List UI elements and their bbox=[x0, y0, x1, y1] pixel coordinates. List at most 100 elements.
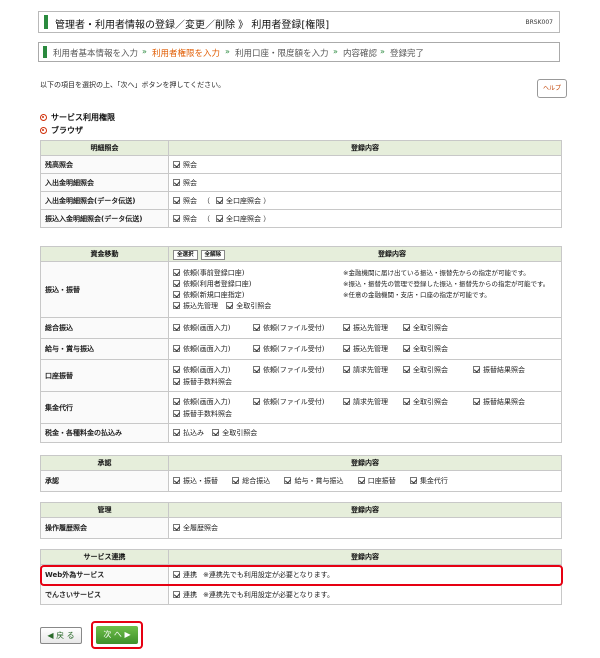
check-icon bbox=[173, 178, 180, 186]
checkbox-item[interactable]: 依頼(ファイル受付) bbox=[253, 344, 343, 354]
page-title-bar: 管理者・利用者情報の登録／変更／削除 》 利用者登録[権限] BRSK007 bbox=[38, 11, 560, 33]
row-label: 振込・振替 bbox=[40, 261, 169, 318]
row-label: 税金・各種料金の払込み bbox=[40, 423, 169, 443]
step-separator: » bbox=[333, 47, 338, 56]
checkbox-item[interactable]: 振込先管理 bbox=[173, 301, 218, 312]
checkbox-item[interactable]: 依頼(画面入力) bbox=[173, 365, 253, 375]
checkbox-item[interactable]: 連携 bbox=[173, 590, 197, 600]
check-icon bbox=[212, 429, 220, 436]
checkbox-item[interactable]: 照会 bbox=[173, 196, 197, 206]
check-icon bbox=[173, 377, 180, 385]
check-icon bbox=[473, 365, 480, 373]
row-label: 口座振替 bbox=[40, 359, 169, 392]
row-label: 操作履歴照会 bbox=[40, 517, 169, 539]
checkbox-item[interactable]: 請求先管理 bbox=[343, 397, 403, 407]
checkbox-item[interactable]: 振替結果照会 bbox=[473, 365, 543, 375]
col-header: 承認 bbox=[40, 455, 169, 471]
checkbox-item[interactable]: 全口座照会 ） bbox=[216, 214, 270, 224]
checkbox-item[interactable]: 集金代行 bbox=[409, 476, 448, 486]
check-icon bbox=[173, 477, 180, 484]
check-icon bbox=[403, 345, 410, 352]
title-accent bbox=[44, 15, 48, 29]
shikin-table: 資金移動 全選択 全解除 登録内容 振込・振替 依頼(事前登録口座) 依頼(利用者登… bbox=[40, 246, 562, 443]
checkbox-item[interactable]: 依頼(ファイル受付) bbox=[253, 397, 343, 407]
checkbox-item[interactable]: 振込先管理 bbox=[343, 344, 403, 354]
check-icon bbox=[403, 397, 410, 405]
row-label: 集金代行 bbox=[40, 391, 169, 424]
col-header: 管理 bbox=[40, 502, 169, 518]
checkbox-item[interactable]: 依頼(ファイル受付) bbox=[253, 365, 343, 375]
step-indicator: 利用者基本情報を入力 » 利用者権限を入力 » 利用口座・限度額を入力 » 内容… bbox=[38, 42, 560, 62]
check-icon bbox=[232, 477, 240, 484]
row-label: 給与・賞与振込 bbox=[40, 338, 169, 360]
checkbox-item[interactable]: 依頼(事前登録口座) bbox=[173, 268, 244, 279]
meisai-table: 明細照会 登録内容 残高照会 照会 入出金明細照会 照会 入出金明細照会(データ伝送)… bbox=[40, 140, 562, 228]
select-all-button[interactable]: 全選択 bbox=[173, 249, 198, 260]
row-label: 入出金明細照会(データ伝送) bbox=[40, 191, 169, 210]
checkbox-item[interactable]: 依頼(画面入力) bbox=[173, 323, 253, 333]
help-button[interactable]: ヘルプ bbox=[537, 79, 567, 98]
step-2-current: 利用者権限を入力 bbox=[152, 49, 221, 59]
page-title: 管理者・利用者情報の登録／変更／削除 》 利用者登録[権限] bbox=[55, 20, 330, 31]
checkbox-item[interactable]: 依頼(ファイル受付) bbox=[253, 323, 343, 333]
col-header: 登録内容 bbox=[168, 502, 562, 518]
checkbox-item[interactable]: 振替手数料照会 bbox=[173, 409, 253, 419]
checkbox-item[interactable]: 全取引照会 bbox=[403, 344, 473, 354]
next-button[interactable]: 次 へ ▶ bbox=[96, 626, 138, 644]
checkbox-item[interactable]: 振替結果照会 bbox=[473, 397, 543, 407]
checkbox-item[interactable]: 依頼(画面入力) bbox=[173, 397, 253, 407]
highlight-frame bbox=[40, 565, 563, 586]
checkbox-item[interactable]: 全取引照会 bbox=[212, 428, 257, 438]
checkbox-item[interactable]: 振込先管理 bbox=[343, 323, 403, 333]
kanri-table: 管理 登録内容 操作履歴照会 全履歴照会 bbox=[40, 502, 562, 539]
deselect-all-button[interactable]: 全解除 bbox=[200, 249, 226, 260]
checkbox-item[interactable]: 全取引照会 bbox=[226, 301, 271, 312]
col-header: 登録内容 bbox=[168, 455, 562, 471]
check-icon bbox=[173, 345, 180, 352]
bullet-icon bbox=[40, 127, 47, 134]
checkbox-item[interactable]: 給与・賞与振込 bbox=[284, 476, 343, 486]
checkbox-item[interactable]: 振込・振替 bbox=[173, 476, 218, 486]
checkbox-item[interactable]: 口座振替 bbox=[357, 476, 396, 486]
screen-code: BRSK007 bbox=[525, 19, 553, 26]
checkbox-item[interactable]: 照会 bbox=[173, 160, 197, 170]
shonin-table: 承認 登録内容 承認 振込・振替 総合振込 給与・賞与振込 口座振替 集金代行 bbox=[40, 455, 562, 492]
check-icon bbox=[403, 324, 410, 331]
check-icon bbox=[173, 429, 180, 436]
checkbox-item[interactable]: 総合振込 bbox=[232, 476, 270, 486]
checkbox-item[interactable]: 全取引照会 bbox=[403, 323, 473, 333]
checkbox-item[interactable]: 依頼(利用者登録口座) bbox=[173, 279, 251, 290]
check-icon bbox=[216, 196, 223, 204]
checkbox-item[interactable]: 全取引照会 bbox=[403, 397, 473, 407]
check-icon bbox=[173, 324, 180, 331]
check-icon bbox=[173, 268, 180, 276]
section-service: サービス利用権限 bbox=[40, 112, 115, 123]
note-text: ※任意の金融機関・支店・口座の指定が可能です。 bbox=[343, 290, 491, 299]
row-label: 入出金明細照会 bbox=[40, 173, 169, 192]
check-icon bbox=[403, 365, 410, 373]
check-icon bbox=[173, 214, 180, 222]
row-label: でんさいサービス bbox=[40, 584, 169, 605]
checkbox-item[interactable]: 照会 bbox=[173, 178, 197, 188]
step-3: 利用口座・限度額を入力 bbox=[235, 49, 329, 59]
checkbox-item[interactable]: 全口座照会 ） bbox=[216, 196, 270, 206]
check-icon bbox=[216, 214, 223, 222]
checkbox-item[interactable]: 照会 bbox=[173, 214, 197, 224]
check-icon bbox=[173, 409, 180, 417]
step-4: 内容確認 bbox=[343, 49, 378, 59]
back-button[interactable]: ◀ 戻 る bbox=[40, 627, 82, 644]
row-label: 残高照会 bbox=[40, 155, 169, 174]
checkbox-item[interactable]: 全履歴照会 bbox=[173, 523, 218, 533]
check-icon bbox=[173, 590, 180, 598]
checkbox-item[interactable]: 全取引照会 bbox=[403, 365, 473, 375]
checkbox-item[interactable]: 請求先管理 bbox=[343, 365, 403, 375]
check-icon bbox=[343, 397, 350, 405]
checkbox-item[interactable]: 依頼(画面入力) bbox=[173, 344, 253, 354]
checkbox-item[interactable]: 払込み bbox=[173, 428, 204, 438]
check-icon bbox=[173, 160, 180, 168]
check-icon bbox=[173, 524, 180, 531]
checkbox-item[interactable]: 振替手数料照会 bbox=[173, 377, 253, 387]
check-icon bbox=[343, 324, 350, 331]
check-icon bbox=[357, 477, 365, 484]
checkbox-item[interactable]: 依頼(新規口座指定) bbox=[173, 290, 244, 301]
